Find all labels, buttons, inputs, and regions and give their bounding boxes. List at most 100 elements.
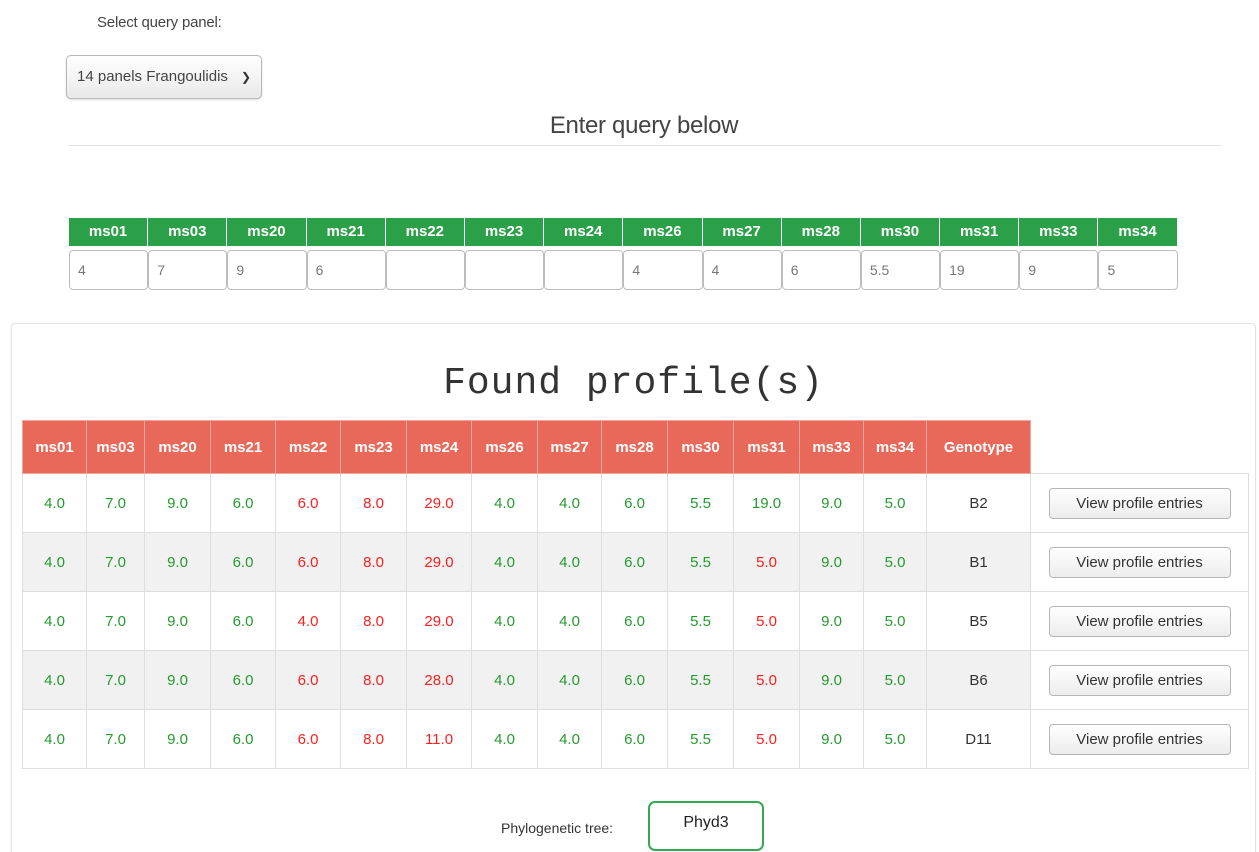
view-profile-entries-button[interactable]: View profile entries — [1048, 605, 1231, 637]
view-profile-entries-button[interactable]: View profile entries — [1048, 487, 1231, 519]
query-input-ms33[interactable] — [1019, 250, 1099, 290]
genotype-cell: B1 — [926, 532, 1031, 592]
allele-cell: 6.0 — [210, 591, 276, 651]
allele-cell: 5.0 — [863, 709, 927, 769]
results-header-ms34: ms34 — [863, 420, 927, 474]
view-profile-entries-button[interactable]: View profile entries — [1048, 546, 1231, 578]
query-input-ms34[interactable] — [1098, 250, 1178, 290]
results-header-ms26: ms26 — [471, 420, 538, 474]
allele-cell: 5.5 — [667, 591, 734, 651]
results-header-ms22: ms22 — [275, 420, 341, 474]
results-header-ms28: ms28 — [601, 420, 668, 474]
allele-cell: 4.0 — [22, 473, 87, 533]
allele-cell: 5.0 — [733, 532, 800, 592]
query-input-row — [69, 250, 1178, 290]
query-input-ms20[interactable] — [227, 250, 307, 290]
select-panel-label: Select query panel: — [97, 14, 222, 31]
allele-cell: 7.0 — [86, 709, 145, 769]
allele-cell: 29.0 — [406, 591, 472, 651]
allele-cell: 6.0 — [275, 709, 341, 769]
allele-cell: 29.0 — [406, 532, 472, 592]
phylogenetic-tree-label: Phylogenetic tree: — [501, 820, 614, 836]
allele-cell: 29.0 — [406, 473, 472, 533]
allele-cell: 6.0 — [210, 532, 276, 592]
query-header-ms33: ms33 — [1019, 218, 1099, 246]
allele-cell: 4.0 — [471, 532, 538, 592]
allele-cell: 4.0 — [537, 473, 602, 533]
allele-cell: 5.0 — [733, 650, 800, 710]
genotype-cell: B2 — [926, 473, 1031, 533]
allele-cell: 8.0 — [340, 709, 407, 769]
allele-cell: 11.0 — [406, 709, 472, 769]
allele-cell: 9.0 — [799, 650, 864, 710]
allele-cell: 5.0 — [863, 473, 927, 533]
allele-cell: 6.0 — [601, 709, 668, 769]
query-input-ms24[interactable] — [544, 250, 624, 290]
found-profiles-title: Found profile(s) — [443, 362, 824, 405]
panel-select-dropdown[interactable]: 14 panels Frangoulidis ❯ — [66, 55, 262, 99]
table-row: 4.0 7.0 9.0 6.0 6.0 8.0 29.0 4.0 4.0 6.0 5.5 5.0 9.0… — [22, 532, 1249, 592]
allele-cell: 4.0 — [537, 709, 602, 769]
results-header-ms30: ms30 — [667, 420, 734, 474]
enter-query-title: Enter query below — [549, 112, 739, 139]
allele-cell: 7.0 — [86, 532, 145, 592]
action-cell: View profile entries — [1030, 532, 1249, 592]
query-header-ms28: ms28 — [781, 218, 861, 246]
results-header-genotype: Genotype — [926, 420, 1031, 474]
query-header-ms26: ms26 — [623, 218, 703, 246]
allele-cell: 5.5 — [667, 473, 734, 533]
query-header-ms21: ms21 — [306, 218, 386, 246]
view-profile-entries-button[interactable]: View profile entries — [1048, 664, 1231, 696]
allele-cell: 6.0 — [210, 473, 276, 533]
allele-cell: 19.0 — [733, 473, 800, 533]
query-header-ms34: ms34 — [1098, 218, 1178, 246]
allele-cell: 5.5 — [667, 532, 734, 592]
results-header-ms23: ms23 — [340, 420, 407, 474]
allele-cell: 8.0 — [340, 473, 407, 533]
query-input-ms23[interactable] — [464, 250, 545, 290]
action-cell: View profile entries — [1030, 709, 1249, 769]
allele-cell: 4.0 — [471, 591, 538, 651]
table-row: 4.0 7.0 9.0 6.0 6.0 8.0 28.0 4.0 4.0 6.0 5.5 5.0 9.0… — [22, 650, 1249, 710]
results-header-row: ms01 ms03 ms20 ms21 ms22 ms23 ms24 ms26 ms27 ms28… — [22, 420, 1249, 474]
allele-cell: 5.5 — [667, 650, 734, 710]
query-input-ms27[interactable] — [702, 250, 782, 290]
genotype-cell: B6 — [926, 650, 1031, 710]
allele-cell: 4.0 — [22, 709, 87, 769]
results-header-ms03: ms03 — [86, 420, 145, 474]
view-profile-entries-button[interactable]: View profile entries — [1048, 723, 1231, 755]
query-header-ms20: ms20 — [227, 218, 307, 246]
allele-cell: 6.0 — [601, 473, 668, 533]
query-input-ms30[interactable] — [860, 250, 941, 290]
query-input-ms22[interactable] — [385, 250, 465, 290]
results-header-ms31: ms31 — [733, 420, 800, 474]
allele-cell: 4.0 — [22, 650, 87, 710]
genotype-cell: B5 — [926, 591, 1031, 651]
query-header-row: ms01 ms03 ms20 ms21 ms22 ms23 ms24 ms26 ms27 ms28… — [69, 218, 1178, 246]
query-header-ms24: ms24 — [544, 218, 624, 246]
table-row: 4.0 7.0 9.0 6.0 6.0 8.0 29.0 4.0 4.0 6.0 5.5 19.0 9.… — [22, 473, 1249, 533]
phyd3-button[interactable]: Phyd3 — [648, 801, 764, 851]
allele-cell: 6.0 — [275, 473, 341, 533]
query-input-ms03[interactable] — [148, 250, 228, 290]
allele-cell: 7.0 — [86, 650, 145, 710]
table-row: 4.0 7.0 9.0 6.0 6.0 8.0 11.0 4.0 4.0 6.0 5.5 5.0 9.0… — [22, 709, 1249, 769]
allele-cell: 5.5 — [667, 709, 734, 769]
query-header-ms03: ms03 — [148, 218, 228, 246]
results-header-ms27: ms27 — [537, 420, 602, 474]
divider — [68, 145, 1222, 146]
allele-cell: 4.0 — [537, 650, 602, 710]
action-cell: View profile entries — [1030, 650, 1249, 710]
allele-cell: 4.0 — [471, 650, 538, 710]
allele-cell: 9.0 — [144, 650, 211, 710]
query-header-ms23: ms23 — [464, 218, 545, 246]
query-input-ms01[interactable] — [69, 250, 149, 290]
allele-cell: 28.0 — [406, 650, 472, 710]
query-input-ms26[interactable] — [623, 250, 703, 290]
query-input-ms21[interactable] — [306, 250, 386, 290]
query-input-ms31[interactable] — [940, 250, 1020, 290]
allele-cell: 4.0 — [22, 532, 87, 592]
allele-cell: 8.0 — [340, 591, 407, 651]
query-input-ms28[interactable] — [781, 250, 861, 290]
allele-cell: 4.0 — [275, 591, 341, 651]
